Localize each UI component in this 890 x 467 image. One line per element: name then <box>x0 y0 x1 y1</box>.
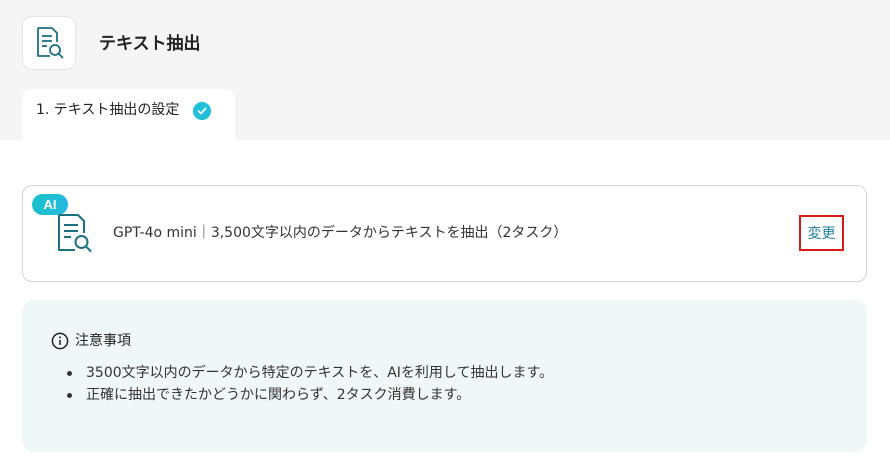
tab-label: 1. テキスト抽出の設定 <box>36 102 180 118</box>
notice-item-text: 3500文字以内のデータから特定のテキストを、AIを利用して抽出します。 <box>86 365 554 381</box>
notice-box: 注意事項 3500文字以内のデータから特定のテキストを、AIを利用して抽出します… <box>22 300 867 452</box>
change-button[interactable]: 変更 <box>799 215 844 251</box>
action-card: AI GPT-4o mini｜3,500文字以内のデータからテキストを抽出（2タ… <box>22 185 867 282</box>
list-item: 3500文字以内のデータから特定のテキストを、AIを利用して抽出します。 <box>62 362 553 384</box>
info-icon <box>51 332 69 350</box>
notice-title: 注意事項 <box>75 333 131 349</box>
check-circle-icon <box>193 102 212 120</box>
document-search-icon <box>37 27 64 59</box>
app-icon-box <box>22 16 76 70</box>
notice-header: 注意事項 <box>51 331 131 351</box>
list-item: 正確に抽出できたかどうかに関わらず、2タスク消費します。 <box>62 384 553 406</box>
page-title: テキスト抽出 <box>99 34 201 54</box>
action-description: GPT-4o mini｜3,500文字以内のデータからテキストを抽出（2タスク） <box>113 225 568 241</box>
document-search-icon <box>58 214 92 252</box>
notice-list: 3500文字以内のデータから特定のテキストを、AIを利用して抽出します。 正確に… <box>62 362 553 406</box>
tab-text-extraction-settings[interactable]: 1. テキスト抽出の設定 <box>22 89 235 140</box>
notice-item-text: 正確に抽出できたかどうかに関わらず、2タスク消費します。 <box>86 387 471 403</box>
